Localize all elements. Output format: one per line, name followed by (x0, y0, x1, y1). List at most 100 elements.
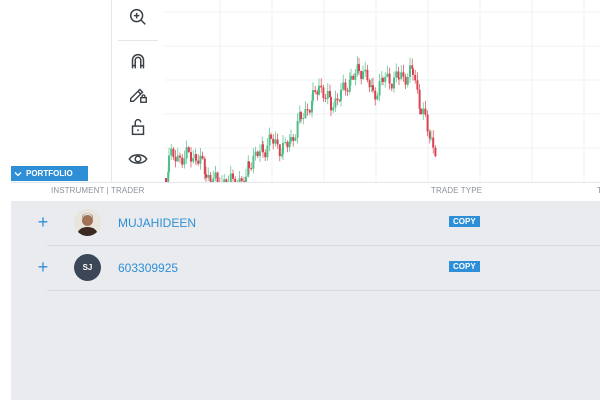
candle (168, 155, 170, 172)
candle (203, 158, 206, 175)
candle (340, 89, 342, 101)
candle (320, 85, 323, 88)
column-header-instrument[interactable]: INSTRUMENT | TRADER (51, 186, 144, 195)
candle (252, 155, 255, 169)
candle (372, 85, 374, 91)
candle (412, 68, 414, 75)
unlock-icon[interactable] (126, 115, 150, 139)
candle (352, 75, 355, 80)
candle (330, 97, 332, 111)
candle (183, 158, 186, 165)
candle (393, 77, 395, 89)
candle (384, 77, 387, 82)
candle (386, 73, 389, 78)
candle (292, 137, 295, 141)
row-divider (47, 290, 600, 291)
candle (409, 65, 411, 77)
candle (270, 134, 272, 139)
candle (406, 76, 409, 85)
candle (322, 87, 325, 98)
candle (250, 168, 253, 170)
candle (388, 73, 391, 84)
candle (424, 108, 427, 115)
candle (362, 71, 364, 79)
candle (342, 82, 345, 90)
candle (374, 90, 377, 100)
candle (336, 98, 339, 101)
candle (259, 151, 261, 157)
candle (400, 72, 403, 79)
left-panel (0, 0, 88, 180)
candle (187, 147, 190, 153)
candle (294, 137, 297, 141)
candle (430, 137, 432, 139)
candle (284, 142, 287, 144)
candle (398, 78, 400, 80)
trade-type-badge: COPY (449, 216, 480, 227)
candle (354, 73, 357, 80)
candle (350, 75, 352, 80)
candle (395, 71, 398, 78)
candle (434, 147, 437, 157)
candle (278, 144, 281, 157)
drawing-toolbar (111, 0, 166, 182)
trader-name[interactable]: 603309925 (118, 261, 178, 275)
candle (199, 155, 202, 164)
avatar (74, 209, 101, 236)
candle (329, 91, 331, 98)
zoom-in-icon[interactable] (126, 5, 150, 29)
portfolio-table: + MUJAHIDEEN COPY + SJ 603309925 COPY (11, 201, 600, 400)
candle (376, 95, 379, 100)
candle (414, 74, 417, 81)
table-row[interactable]: + MUJAHIDEEN COPY (11, 201, 600, 246)
column-header-trade-type[interactable]: TRADE TYPE (431, 186, 482, 195)
candle (306, 109, 309, 111)
candle (181, 157, 184, 165)
candle (324, 97, 327, 99)
candle (201, 155, 204, 159)
candle (207, 174, 210, 178)
magnet-icon[interactable] (126, 49, 150, 73)
candle (346, 90, 349, 92)
table-divider (11, 182, 600, 183)
candle (358, 64, 360, 72)
toolbar-divider (118, 40, 158, 41)
candle (312, 90, 314, 101)
lock-pencil-icon[interactable] (126, 82, 150, 106)
candle (290, 137, 292, 142)
expand-plus-icon[interactable]: + (35, 258, 51, 276)
candle (286, 142, 289, 148)
table-row[interactable]: + SJ 603309925 COPY (11, 246, 600, 291)
avatar: SJ (74, 254, 101, 281)
trader-name[interactable]: MUJAHIDEEN (118, 216, 196, 230)
candle (262, 144, 264, 153)
candle (318, 85, 320, 95)
expand-plus-icon[interactable]: + (35, 213, 51, 231)
candlestick-chart (165, 0, 600, 182)
candle (172, 148, 175, 158)
candle (248, 161, 250, 169)
candle (174, 157, 177, 162)
candle (348, 79, 351, 92)
candle (192, 158, 195, 162)
eye-icon[interactable] (126, 147, 150, 171)
price-chart[interactable] (165, 0, 600, 182)
portfolio-tab[interactable]: PORTFOLIO (11, 166, 88, 181)
candle (402, 72, 405, 77)
candle (195, 154, 197, 161)
candle (266, 145, 269, 158)
candle (302, 118, 305, 120)
candle (232, 173, 234, 179)
candle (422, 108, 425, 115)
candle (176, 155, 179, 162)
candle (274, 139, 277, 144)
candle (197, 160, 200, 164)
candle (334, 98, 337, 108)
candle (300, 112, 302, 120)
candle (185, 147, 188, 159)
candle (179, 155, 181, 158)
portfolio-tab-label: PORTFOLIO (26, 169, 73, 178)
candle (240, 178, 243, 182)
candle (264, 152, 267, 158)
candle (205, 174, 207, 178)
